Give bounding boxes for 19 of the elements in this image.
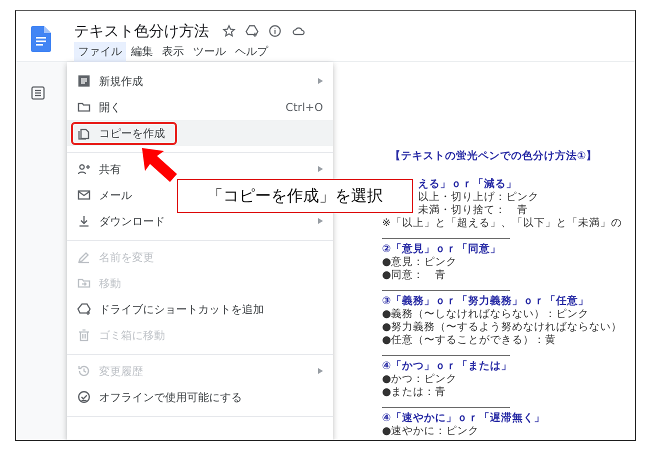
section-heading: 【テキストの蛍光ペンでの色分け方法①】 [390, 150, 598, 163]
body-text: 以上・切り上げ：ピンク [417, 191, 540, 204]
body-text: ※「以上」と「超える」、「以下」と「未満」の [382, 217, 623, 230]
body-text: ●かつ：ピンク [382, 373, 458, 386]
body-text: ●努力義務（〜するよう努めなければならない） [382, 321, 624, 334]
body-text: ●速やかに：ピンク [382, 425, 480, 438]
section-heading: ③「義務」ｏｒ「努力義務」ｏｒ「任意」 [382, 295, 590, 308]
body-text: ●または：青 [382, 386, 448, 399]
body-text: 未満・切り捨て： 青 [417, 204, 529, 217]
section-heading: ④「速やかに」ｏｒ「遅滞無く」 [382, 412, 546, 425]
body-text: ●義務（〜しなければならない）：ピンク [382, 308, 590, 321]
annotation-tooltip: 「コピーを作成」を選択 [177, 179, 413, 213]
body-text: ●意見：ピンク [382, 256, 458, 269]
section-heading: ④「かつ」ｏｒ「または」 [382, 360, 513, 373]
section-heading: ②「意見」ｏｒ「同意」 [382, 243, 502, 256]
body-text: ●任意（〜することができる）：黄 [382, 334, 558, 347]
shortcut-text: Ctrl+O [286, 100, 323, 114]
section-heading: える」ｏｒ「減る」 [417, 178, 518, 191]
body-text: ●同意： 青 [382, 269, 448, 282]
